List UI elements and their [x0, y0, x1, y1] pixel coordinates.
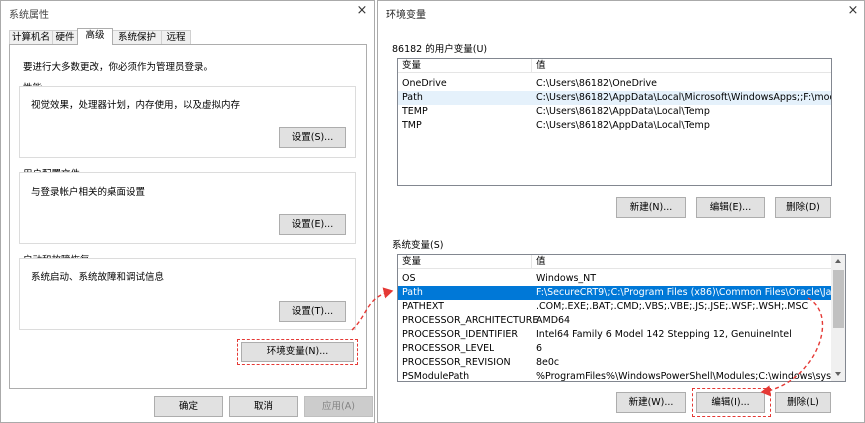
tab-advanced[interactable]: 高级	[77, 28, 113, 45]
arrow-path-to-edit-button	[760, 297, 824, 397]
annotation-arrows	[351, 287, 824, 397]
arrow-env-button-to-path	[351, 287, 394, 331]
